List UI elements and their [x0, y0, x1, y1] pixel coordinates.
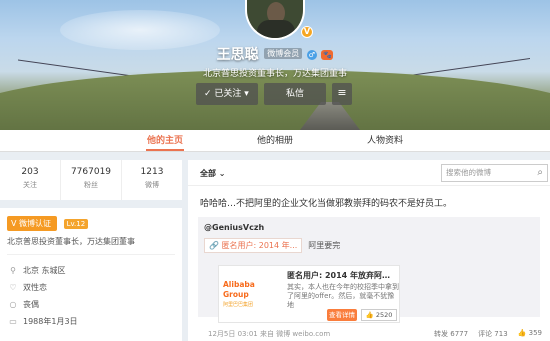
link-title: 匿名用户: 2014 年放弃阿里巴巴 off...	[287, 271, 397, 280]
comment-button[interactable]: 评论 713	[478, 329, 508, 339]
stat-value: 203	[21, 167, 39, 177]
paw-icon[interactable]: 🐾	[321, 50, 334, 60]
post-card: 哈哈哈…不把阿里的企业文化当做邪教崇拜的码农不是好员工。 @GeniusVczh…	[188, 186, 550, 341]
tab-home[interactable]: 他的主页	[110, 130, 220, 151]
stat-following[interactable]: 203 关注	[0, 160, 61, 200]
profile-intro: 北京普思投资董事长，万达集团董事	[202, 69, 347, 79]
info-text: 丧偶	[23, 300, 39, 309]
tab-profile-info[interactable]: 人物资料	[330, 130, 440, 151]
cake-icon: ▭	[9, 317, 17, 326]
stat-value: 7767019	[70, 167, 112, 177]
info-text: 1988年1月3日	[23, 317, 78, 326]
topic-label[interactable]: 阿里要完	[308, 240, 340, 251]
stat-label: 关注	[23, 181, 37, 189]
avatar-body	[257, 20, 295, 38]
profile-tabs: 他的主页 他的相册 人物资料	[0, 130, 550, 152]
stat-label: 微博	[145, 181, 159, 189]
anon-link[interactable]: 🔗 匿名用户: 2014 年...	[204, 238, 303, 253]
feed-filter-bar: 全部 ⌄ 搜索他的微博 ⌕	[188, 160, 550, 186]
stat-followers[interactable]: 7767019 粉丝	[61, 160, 122, 200]
stat-posts[interactable]: 1213 微博	[122, 160, 182, 200]
search-icon[interactable]: ⌕	[537, 165, 543, 181]
post-actions: 转发 6777 评论 713 👍 359	[434, 329, 542, 339]
alibaba-logo: Alibaba Group 阿里巴巴集团	[223, 280, 279, 308]
logo-subtext: 阿里巴巴集团	[223, 302, 254, 308]
repost-badges: 🔗 匿名用户: 2014 年... 阿里要完	[204, 238, 534, 253]
vip-tag[interactable]: 微博会员	[264, 48, 303, 59]
thumbs-up-count: 2520	[375, 311, 393, 319]
logo-text: Alibaba Group	[223, 280, 255, 299]
view-details-button[interactable]: 查看详情	[327, 309, 357, 321]
info-relationship: ○ 丧偶	[7, 296, 175, 313]
verified-icon: V	[301, 26, 313, 38]
repost-user-link[interactable]: @GeniusVczh	[204, 223, 534, 232]
stat-label: 粉丝	[84, 181, 98, 189]
follow-button[interactable]: ✓ 已关注 ▾	[196, 83, 258, 105]
heart-icon: ♡	[9, 283, 17, 292]
info-orientation: ♡ 双性恋	[7, 279, 175, 296]
verification-label: 微博认证	[19, 219, 52, 228]
profile-actions: ✓ 已关注 ▾ 私信 ≡	[196, 83, 352, 105]
like-button[interactable]: 👍 359	[518, 329, 542, 339]
repost-box: @GeniusVczh 🔗 匿名用户: 2014 年... 阿里要完 Aliba…	[198, 217, 540, 323]
divider	[7, 254, 175, 255]
repost-button[interactable]: 转发 6777	[434, 329, 468, 339]
link-description: 其实，本人也在今年的校招季中拿到了阿里的offer。然后，就毫不犹豫地	[287, 283, 399, 309]
feed-filter-all[interactable]: 全部 ⌄	[200, 168, 226, 179]
post-text: 哈哈哈…不把阿里的企业文化当做邪教崇拜的码农不是好员工。	[200, 199, 453, 209]
gender-male-icon: ♂	[306, 50, 317, 60]
left-sidebar: 203 关注 7767019 粉丝 1213 微博 V 微博认证 Lv.12 北…	[0, 160, 182, 341]
stats-bar: 203 关注 7767019 粉丝 1213 微博	[0, 160, 182, 200]
verification-description: 北京普思投资董事长，万达集团董事	[7, 237, 135, 246]
profile-info-card: V 微博认证 Lv.12 北京普思投资董事长，万达集团董事 ⚲ 北京 东城区 ♡ 双…	[0, 208, 182, 341]
info-birthday: ▭ 1988年1月3日	[7, 313, 175, 330]
level-badge[interactable]: Lv.12	[63, 219, 89, 229]
ring-icon: ○	[9, 300, 17, 309]
feed-search-input[interactable]: 搜索他的微博 ⌕	[441, 164, 548, 182]
tab-album[interactable]: 他的相册	[220, 130, 330, 151]
more-menu-button[interactable]: ≡	[332, 83, 352, 105]
location-icon: ⚲	[10, 266, 16, 275]
anon-link-text: 匿名用户: 2014 年...	[221, 241, 298, 250]
verification-badge[interactable]: V 微博认证	[7, 216, 58, 231]
link-preview-card[interactable]: Alibaba Group 阿里巴巴集团 匿名用户: 2014 年放弃阿里巴巴 o…	[218, 265, 400, 323]
info-text: 双性恋	[23, 283, 47, 292]
name-row: 王思聪 微博会员 ♂ 🐾	[0, 44, 550, 64]
stat-value: 1213	[140, 167, 164, 177]
feed-column: 全部 ⌄ 搜索他的微博 ⌕ 哈哈哈…不把阿里的企业文化当做邪教崇拜的码农不是好员…	[188, 160, 550, 341]
message-button[interactable]: 私信	[264, 83, 326, 105]
post-meta[interactable]: 12月5日 03:01 来自 微博 weibo.com	[208, 329, 330, 339]
like-count: 359	[528, 329, 542, 337]
search-placeholder: 搜索他的微博	[446, 168, 491, 177]
thumbs-up-button[interactable]: 👍 2520	[361, 309, 397, 321]
info-text: 北京 东城区	[23, 266, 66, 275]
profile-name: 王思聪	[216, 47, 259, 63]
info-location: ⚲ 北京 东城区	[7, 262, 175, 279]
